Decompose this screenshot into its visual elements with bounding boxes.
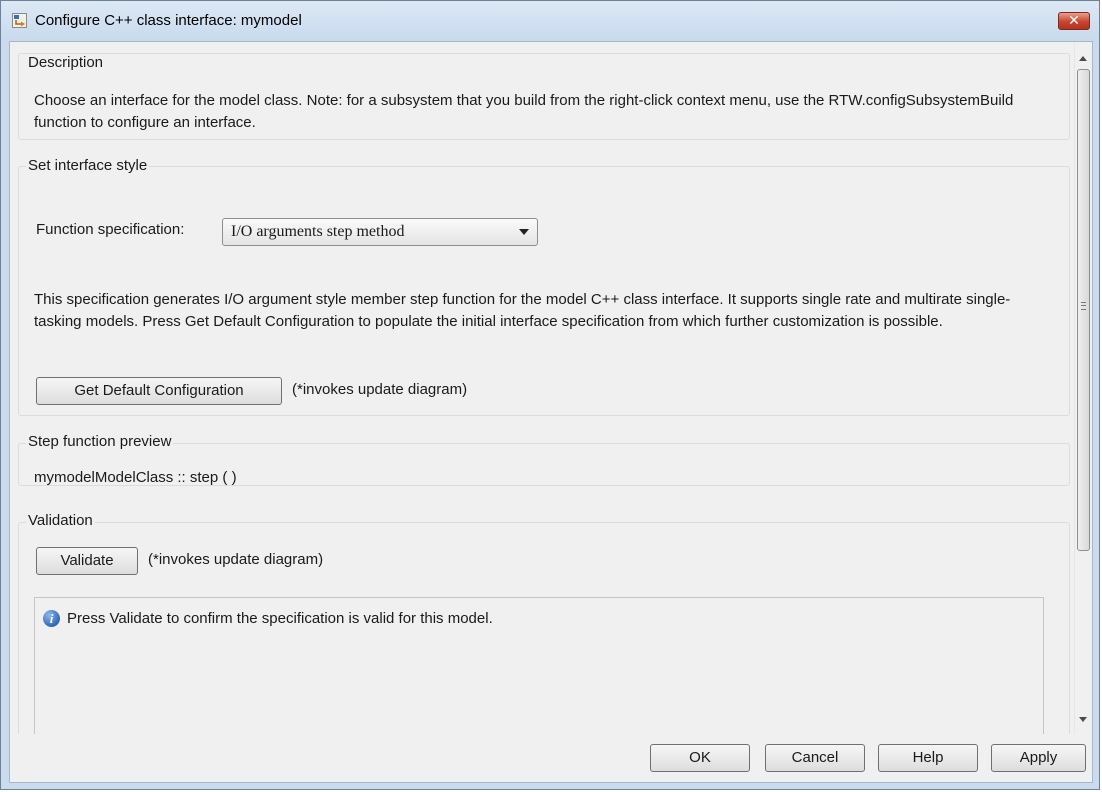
title-bar[interactable]: Configure C++ class interface: mymodel ✕ [1, 1, 1099, 41]
preview-legend: Step function preview [26, 433, 174, 450]
function-spec-value: I/O arguments step method [231, 223, 405, 240]
chevron-down-icon [519, 229, 529, 235]
dialog-footer: OK Cancel Help Apply [10, 734, 1092, 782]
info-icon: i [43, 610, 60, 627]
scroll-up-arrow-icon[interactable] [1079, 56, 1087, 61]
function-spec-dropdown[interactable]: I/O arguments step method [222, 218, 538, 246]
spec-description-text: This specification generates I/O argumen… [34, 291, 1011, 330]
ok-button[interactable]: OK [650, 744, 750, 772]
description-legend: Description [26, 54, 106, 71]
validation-message: Press Validate to confirm the specificat… [67, 610, 493, 627]
dialog-window: Configure C++ class interface: mymodel ✕… [0, 0, 1100, 790]
vertical-scrollbar[interactable] [1074, 42, 1092, 734]
description-text: Choose an interface for the model class.… [34, 92, 1014, 131]
window-title: Configure C++ class interface: mymodel [35, 12, 302, 29]
simulink-model-icon [12, 13, 27, 28]
scroll-down-arrow-icon[interactable] [1079, 717, 1087, 722]
get-default-configuration-button[interactable]: Get Default Configuration [36, 377, 282, 405]
grip-icon [1081, 302, 1086, 310]
validation-message-box: i Press Validate to confirm the specific… [34, 597, 1044, 734]
close-icon: ✕ [1068, 13, 1080, 29]
scroll-thumb[interactable] [1077, 69, 1090, 551]
close-button[interactable]: ✕ [1058, 12, 1090, 30]
validation-legend: Validation [26, 512, 95, 529]
apply-button[interactable]: Apply [991, 744, 1086, 772]
step-function-preview: mymodelModelClass :: step ( ) [34, 469, 237, 486]
help-button[interactable]: Help [878, 744, 978, 772]
get-default-note: (*invokes update diagram) [292, 381, 468, 398]
cancel-button[interactable]: Cancel [765, 744, 865, 772]
function-spec-label: Function specification: [36, 221, 185, 238]
scroll-content: Description Choose an interface for the … [10, 42, 1074, 734]
dialog-client-area: Description Choose an interface for the … [9, 41, 1093, 783]
validate-note: (*invokes update diagram) [148, 551, 324, 568]
interface-style-legend: Set interface style [26, 157, 150, 174]
validate-button[interactable]: Validate [36, 547, 138, 575]
